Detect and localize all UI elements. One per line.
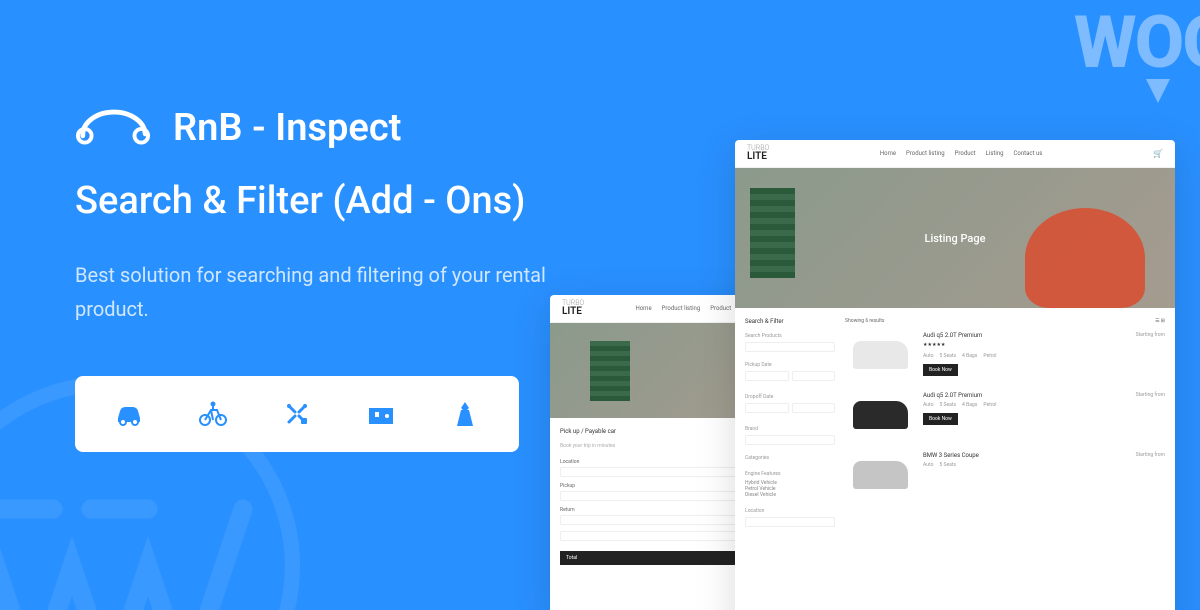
hotel-icon bbox=[363, 396, 399, 432]
logo-row: RnB - Inspect bbox=[75, 105, 575, 151]
description: Best solution for searching and filterin… bbox=[75, 258, 575, 326]
list-item: Audi q5 2.0T Premium ★★★★★ Auto 5 Seats … bbox=[845, 332, 1165, 377]
promo-banner: WOO RnB - Inspect Search & Filter (Add -… bbox=[0, 0, 1200, 610]
tools-icon bbox=[279, 396, 315, 432]
dress-icon bbox=[447, 396, 483, 432]
woocommerce-logo: WOO bbox=[1074, 0, 1200, 85]
product-name: RnB - Inspect bbox=[173, 106, 401, 150]
list-item: Audi q5 2.0T Premium Auto 5 Seats 4 Bags… bbox=[845, 392, 1165, 437]
subtitle: Search & Filter (Add - Ons) bbox=[75, 179, 575, 223]
category-icon-bar bbox=[75, 376, 519, 452]
bike-icon bbox=[195, 396, 231, 432]
car-logo-icon bbox=[75, 105, 153, 151]
list-item: BMW 3 Series Coupe Auto 5 Seats Starting… bbox=[845, 452, 1165, 497]
preview-screenshot-front: TURBO LITE Home Product listing Product … bbox=[735, 140, 1175, 610]
car-icon bbox=[111, 396, 147, 432]
